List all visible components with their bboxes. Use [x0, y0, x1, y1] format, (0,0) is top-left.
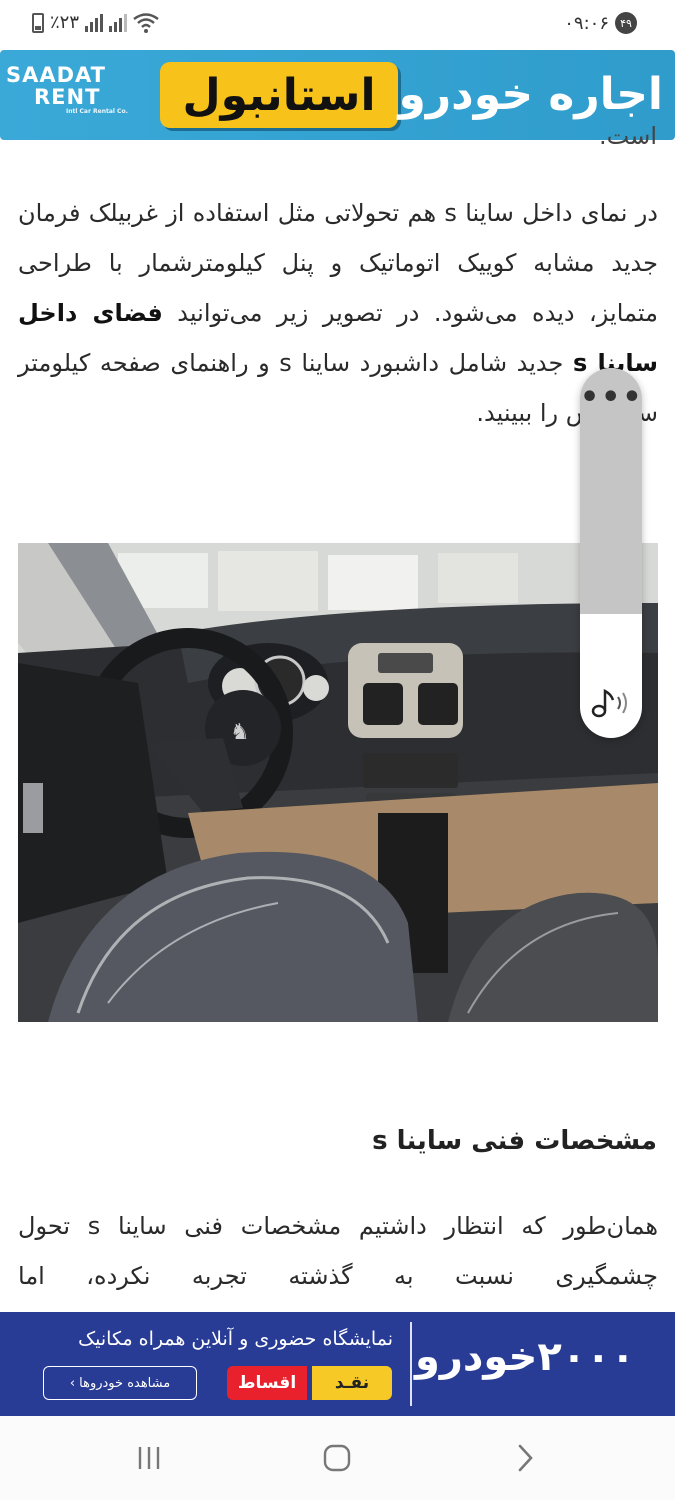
battery-icon — [32, 12, 44, 33]
ad-brand-title: ۲۰۰۰خودرو — [415, 1334, 635, 1380]
recents-button[interactable] — [124, 1436, 174, 1480]
installment-button[interactable]: اقساط — [227, 1366, 307, 1400]
music-note-volume-icon[interactable] — [591, 686, 631, 720]
svg-text:♞: ♞ — [230, 720, 250, 745]
recents-icon — [138, 1447, 160, 1469]
battery-level: ٪۲۳ — [50, 12, 80, 33]
more-options-icon[interactable]: ••• — [580, 383, 642, 413]
banner-divider — [410, 1322, 412, 1406]
car-interior-image: ♞ — [18, 543, 658, 1022]
view-cars-button[interactable]: مشاهده خودروها › — [43, 1366, 197, 1400]
saadat-rent-logo: SAADAT RENT Intl Car Rental Co. — [6, 63, 128, 115]
signal-icon — [85, 13, 104, 32]
ad-title: اجاره خودرو — [398, 69, 664, 120]
clipped-text-line: است. — [599, 122, 657, 150]
status-bar: ٪۲۳ ۰۹:۰۶ ۴۹ — [0, 0, 675, 50]
volume-panel[interactable]: ••• — [580, 368, 642, 738]
home-button[interactable] — [312, 1436, 362, 1480]
top-ad-banner[interactable]: SAADAT RENT Intl Car Rental Co. استانبول… — [0, 50, 675, 140]
notification-badge: ۴۹ — [615, 12, 637, 34]
section-heading: مشخصات فنی ساینا s — [372, 1126, 657, 1156]
article-paragraph-2: همان‌طور که انتظار داشتیم مشخصات فنی سای… — [18, 1212, 658, 1290]
status-icons-left: ٪۲۳ — [32, 12, 159, 33]
bottom-ad-banner[interactable]: ۲۰۰۰خودرو نمایشگاه حضوری و آنلاین همراه … — [0, 1312, 675, 1416]
ad-city-label: استانبول — [160, 62, 398, 128]
clock: ۰۹:۰۶ — [564, 12, 609, 34]
cash-button[interactable]: نقـد — [312, 1366, 392, 1400]
signal-2-icon — [109, 13, 128, 32]
wifi-icon — [133, 12, 159, 33]
home-icon — [323, 1444, 351, 1472]
status-icons-right: ۰۹:۰۶ ۴۹ — [564, 12, 637, 34]
back-icon — [518, 1444, 533, 1472]
system-nav-bar — [0, 1416, 675, 1500]
article-paragraph-1: در نمای داخل ساینا s هم تحولاتی مثل استف… — [18, 199, 658, 427]
ad-subtitle: نمایشگاه حضوری و آنلاین همراه مکانیک — [78, 1328, 393, 1350]
back-button[interactable] — [500, 1436, 550, 1480]
